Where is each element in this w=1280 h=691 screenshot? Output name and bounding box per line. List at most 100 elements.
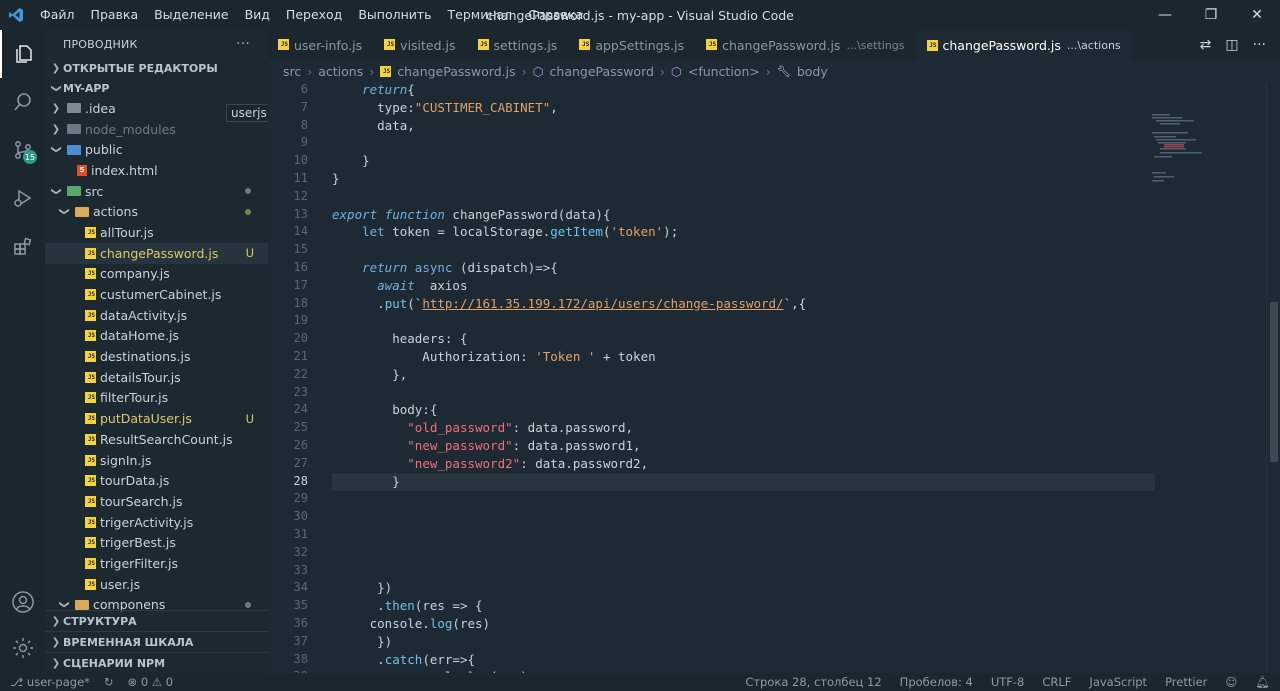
code-line[interactable]: }) bbox=[332, 580, 392, 595]
file-item[interactable]: JS detailsTour.js bbox=[45, 367, 268, 388]
menu-item[interactable]: Файл bbox=[32, 0, 83, 30]
code-line[interactable]: "new_password": data.password1, bbox=[332, 438, 640, 453]
menu-item[interactable]: Выделение bbox=[146, 0, 236, 30]
file-item[interactable]: JS dataActivity.js bbox=[45, 305, 268, 326]
minimize-icon[interactable]: — bbox=[1142, 0, 1188, 30]
code-line[interactable]: } bbox=[332, 171, 340, 186]
menu-item[interactable]: Выполнить bbox=[350, 0, 439, 30]
code-line[interactable]: .then(res => { bbox=[332, 598, 482, 613]
folder-item[interactable]: ❯ src bbox=[45, 181, 268, 202]
sync-icon[interactable]: ↻ bbox=[104, 675, 114, 689]
formatter[interactable]: Prettier bbox=[1165, 675, 1207, 689]
file-item[interactable]: JS tourSearch.js bbox=[45, 491, 268, 512]
breadcrumb-item[interactable]: src bbox=[283, 64, 301, 79]
tab[interactable]: JS settings.js bbox=[468, 30, 570, 60]
file-item[interactable]: JS trigerFilter.js bbox=[45, 553, 268, 574]
open-editors-section[interactable]: ❯ ОТКРЫТЫЕ РЕДАКТОРЫ bbox=[45, 58, 268, 78]
tab-active[interactable]: JS changePassword.js ...\actions bbox=[916, 30, 1133, 60]
sidebar-section[interactable]: ❯ ВРЕМЕННАЯ ШКАЛА bbox=[45, 631, 268, 652]
encoding[interactable]: UTF-8 bbox=[991, 675, 1025, 689]
code-line[interactable]: let token = localStorage.getItem('token'… bbox=[332, 224, 678, 239]
git-branch[interactable]: ⎇ user-page* bbox=[10, 675, 90, 689]
code-line[interactable]: data, bbox=[332, 118, 415, 133]
file-item[interactable]: JS dataHome.js bbox=[45, 326, 268, 347]
sidebar-section[interactable]: ❯ СТРУКТУРА bbox=[45, 610, 268, 631]
source-control-icon[interactable]: 15 bbox=[0, 126, 45, 174]
tab[interactable]: JS user-info.js bbox=[268, 30, 374, 60]
file-item[interactable]: JS changePassword.js U bbox=[45, 242, 268, 264]
project-section[interactable]: ❯ MY-APP bbox=[45, 78, 268, 98]
code-line[interactable]: body:{ bbox=[332, 402, 437, 417]
file-item[interactable]: JS allTour.js bbox=[45, 222, 268, 243]
breadcrumb-item[interactable]: <function> bbox=[688, 64, 760, 79]
split-editor-icon[interactable]: ◫ bbox=[1225, 37, 1238, 53]
file-item[interactable]: JS signIn.js bbox=[45, 450, 268, 471]
code-line[interactable]: return async (dispatch)=>{ bbox=[332, 260, 558, 275]
tab[interactable]: JS visited.js bbox=[374, 30, 467, 60]
file-item[interactable]: JS destinations.js bbox=[45, 346, 268, 367]
code-line[interactable]: type:"CUSTIMER_CABINET", bbox=[332, 100, 558, 115]
tab[interactable]: JS changePassword.js ...\settings bbox=[696, 30, 916, 60]
account-icon[interactable] bbox=[0, 578, 45, 626]
extensions-icon[interactable] bbox=[0, 222, 45, 270]
more-actions-icon[interactable]: ··· bbox=[1253, 37, 1266, 53]
breadcrumb-separator-icon: › bbox=[659, 63, 665, 79]
maximize-icon[interactable]: ❐ bbox=[1188, 0, 1234, 30]
code-line[interactable]: "new_password2": data.password2, bbox=[332, 456, 648, 471]
file-item[interactable]: JS ResultSearchCount.js bbox=[45, 429, 268, 450]
menu-item[interactable]: Вид bbox=[237, 0, 278, 30]
close-icon[interactable]: ✕ bbox=[1234, 0, 1280, 30]
code-line[interactable]: } bbox=[332, 474, 400, 489]
sidebar-section[interactable]: ❯ СЦЕНАРИИ NPM bbox=[45, 652, 268, 673]
menu-item[interactable]: Правка bbox=[83, 0, 147, 30]
problems-indicator[interactable]: ⊗ 0 ⚠ 0 bbox=[128, 675, 174, 689]
code-line[interactable]: headers: { bbox=[332, 331, 467, 346]
file-item[interactable]: JS putDataUser.js U bbox=[45, 408, 268, 429]
code-line[interactable]: console.log(res) bbox=[332, 616, 490, 631]
scrollbar-thumb[interactable] bbox=[1270, 302, 1278, 462]
file-item[interactable]: JS filterTour.js bbox=[45, 388, 268, 409]
code-line[interactable]: "old_password": data.password, bbox=[332, 420, 633, 435]
file-item[interactable]: JS tourData.js bbox=[45, 470, 268, 491]
search-icon[interactable] bbox=[0, 78, 45, 126]
folder-item[interactable]: ❯ public bbox=[45, 139, 268, 160]
file-item[interactable]: JS company.js bbox=[45, 264, 268, 285]
file-item[interactable]: JS user.js bbox=[45, 574, 268, 595]
code-line[interactable]: export function changePassword(data){ bbox=[332, 207, 610, 222]
settings-gear-icon[interactable] bbox=[0, 624, 45, 672]
language-mode[interactable]: JavaScript bbox=[1089, 675, 1147, 689]
code-line[interactable]: }, bbox=[332, 367, 407, 382]
run-debug-icon[interactable] bbox=[0, 174, 45, 222]
minimap[interactable] bbox=[1150, 112, 1260, 232]
folder-item[interactable]: ❯ actions bbox=[45, 201, 268, 222]
more-actions-icon[interactable]: ··· bbox=[236, 36, 250, 52]
file-item[interactable]: 5 index.html bbox=[45, 160, 268, 181]
notifications-icon[interactable]: 🔔︎ bbox=[1255, 675, 1270, 689]
file-item[interactable]: JS trigerBest.js bbox=[45, 532, 268, 553]
code-line[interactable]: }) bbox=[332, 634, 392, 649]
code-line[interactable]: await axios bbox=[332, 278, 467, 293]
vertical-scrollbar[interactable] bbox=[1266, 82, 1280, 673]
breadcrumb-item[interactable]: body bbox=[797, 64, 828, 79]
code-line[interactable]: } bbox=[332, 153, 370, 168]
code-editor[interactable]: 6 return{7 type:"CUSTIMER_CABINET", 8 dat… bbox=[268, 82, 1280, 673]
breadcrumb-item[interactable]: changePassword.js bbox=[397, 64, 515, 79]
feedback-icon[interactable]: ☺ bbox=[1225, 675, 1237, 689]
file-item[interactable]: JS custumerCabinet.js bbox=[45, 284, 268, 305]
menu-item[interactable]: Переход bbox=[278, 0, 350, 30]
code-line[interactable]: Authorization: 'Token ' + token bbox=[332, 349, 655, 364]
menu-item[interactable]: Терминал bbox=[440, 0, 521, 30]
code-line[interactable]: return{ bbox=[332, 82, 415, 97]
end-of-line[interactable]: CRLF bbox=[1042, 675, 1071, 689]
breadcrumb-item[interactable]: actions bbox=[318, 64, 363, 79]
tab[interactable]: JS appSettings.js bbox=[569, 30, 696, 60]
file-item[interactable]: JS trigerActivity.js bbox=[45, 512, 268, 533]
files-icon[interactable] bbox=[0, 30, 45, 78]
breadcrumb-item[interactable]: changePassword bbox=[550, 64, 654, 79]
menu-item[interactable]: Справка bbox=[520, 0, 591, 30]
code-line[interactable]: .put(`http://161.35.199.172/api/users/ch… bbox=[332, 296, 806, 311]
indentation[interactable]: Пробелов: 4 bbox=[900, 675, 973, 689]
cursor-position[interactable]: Строка 28, столбец 12 bbox=[745, 675, 881, 689]
compare-changes-icon[interactable]: ⇄ bbox=[1200, 37, 1212, 53]
code-line[interactable]: .catch(err=>{ bbox=[332, 652, 475, 667]
